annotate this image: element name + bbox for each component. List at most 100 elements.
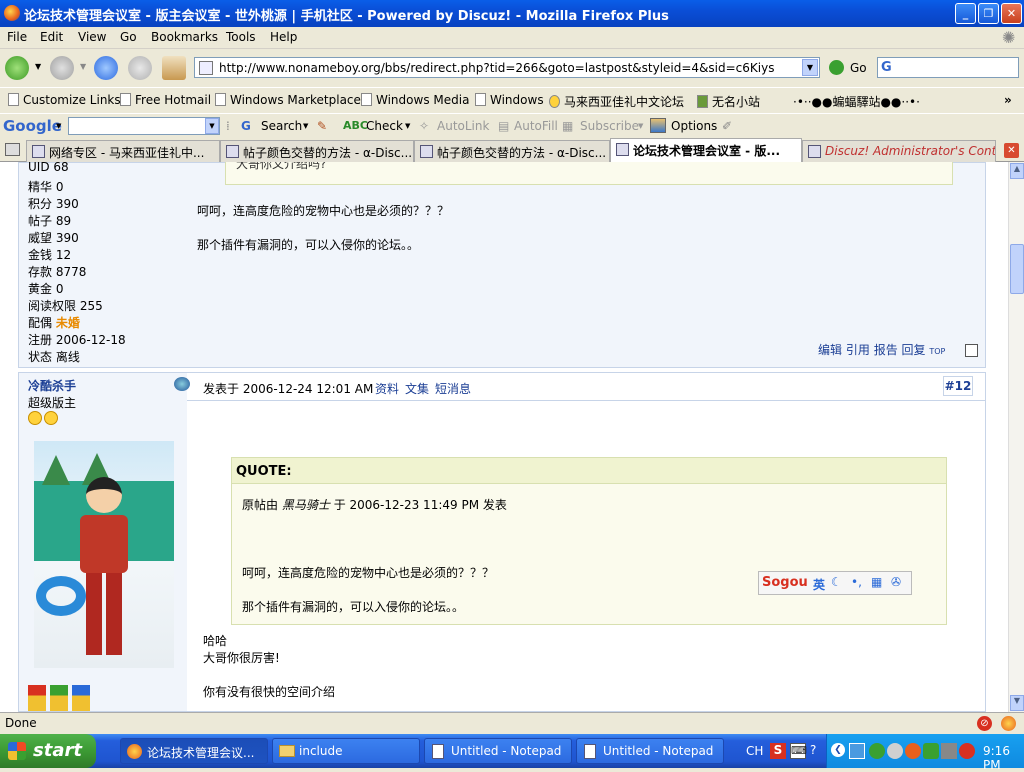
bookmark-item[interactable]: Customize Links <box>8 93 121 107</box>
google-search-button[interactable]: Search <box>261 119 302 133</box>
sogou-tray-icon[interactable]: S <box>770 743 786 759</box>
back-icon[interactable] <box>5 56 29 80</box>
stop-icon[interactable] <box>128 56 152 80</box>
moon-icon[interactable]: ☾ <box>831 575 842 589</box>
chevron-down-icon[interactable]: ▼ <box>405 122 410 130</box>
chevron-down-icon[interactable]: ▼ <box>303 122 308 130</box>
back-dropdown-icon[interactable]: ▼ <box>35 62 41 71</box>
stat-registered: 注册 2006-12-18 <box>28 333 126 347</box>
close-button[interactable]: ✕ <box>1001 3 1022 24</box>
menu-bookmarks[interactable]: Bookmarks <box>151 30 218 44</box>
chevron-down-icon[interactable]: ▼ <box>205 118 219 134</box>
stat-points: 积分 390 <box>28 197 79 211</box>
bookmark-item[interactable]: 无名小站 <box>697 93 760 110</box>
taskbar-item-notepad[interactable]: Untitled - Notepad <box>576 738 724 764</box>
bookmark-item[interactable]: ·•··●●蝙蝠驛站●●··•· <box>793 93 920 110</box>
minimize-button[interactable]: _ <box>955 3 976 24</box>
menu-view[interactable]: View <box>78 30 106 44</box>
edit-link[interactable]: 编辑 <box>818 343 842 357</box>
spell-check-button[interactable]: Check <box>366 119 403 133</box>
keyboard-icon[interactable]: ⌨ <box>790 743 807 759</box>
profile-link[interactable]: 资料 <box>375 380 399 397</box>
google-search-icon: G <box>881 60 892 75</box>
tab-4-active[interactable]: 论坛技术管理会议室 - 版... <box>610 138 802 162</box>
users-icon[interactable] <box>923 743 939 759</box>
taskbar-item-notepad[interactable]: Untitled - Notepad <box>424 738 572 764</box>
chevron-down-icon[interactable]: ▼ <box>638 122 643 130</box>
tab-list-icon[interactable] <box>5 143 20 156</box>
taskbar-item-folder[interactable]: include <box>272 738 420 764</box>
tray-expand-icon[interactable]: ❮ <box>831 743 845 757</box>
url-bar[interactable]: http://www.nonameboy.org/bbs/redirect.ph… <box>194 57 820 78</box>
tab-3[interactable]: 帖子颜色交替的方法 - α-Disc... <box>414 140 610 162</box>
forward-icon[interactable] <box>50 56 74 80</box>
pencil-icon[interactable]: ✐ <box>722 119 732 133</box>
floor-number[interactable]: #12 <box>943 376 973 396</box>
window-titlebar[interactable]: 论坛技术管理会议室 - 版主会议室 - 世外桃源 | 手机社区 - Powere… <box>0 0 1024 27</box>
scroll-thumb[interactable] <box>1010 244 1024 294</box>
options-icon <box>650 118 666 133</box>
menu-edit[interactable]: Edit <box>40 30 63 44</box>
go-button[interactable]: Go <box>850 61 867 75</box>
autofill-button[interactable]: AutoFill <box>514 119 558 133</box>
scroll-up-icon[interactable]: ▲ <box>1010 163 1024 179</box>
menu-file[interactable]: File <box>7 30 27 44</box>
google-logo[interactable]: Google <box>3 117 62 135</box>
select-post-checkbox[interactable] <box>965 344 978 357</box>
sogou-ime-bar[interactable]: Sogou 英 ☾ •, ▦ ✇ <box>758 571 912 595</box>
close-tab-icon[interactable]: ✕ <box>1004 143 1019 158</box>
bookmark-item[interactable]: 马来西亚佳礼中文论坛 <box>549 93 684 110</box>
taskbar-item-firefox[interactable]: 论坛技术管理会议... <box>120 738 268 764</box>
scroll-down-icon[interactable]: ▼ <box>1010 695 1024 711</box>
quote-link[interactable]: 引用 <box>846 343 870 357</box>
language-indicator[interactable]: CH <box>746 744 763 758</box>
bookmark-item[interactable]: Free Hotmail <box>120 93 211 107</box>
reload-icon[interactable] <box>94 56 118 80</box>
menu-go[interactable]: Go <box>120 30 137 44</box>
bookmark-item[interactable]: Windows Marketplace <box>215 93 361 107</box>
menu-tools[interactable]: Tools <box>226 30 256 44</box>
menu-help[interactable]: Help <box>270 30 297 44</box>
tab-2[interactable]: 帖子颜色交替的方法 - α-Disc... <box>220 140 414 162</box>
author-name[interactable]: 冷酷杀手 <box>28 377 76 394</box>
tray-app-icon[interactable] <box>941 743 957 759</box>
antivirus-icon[interactable] <box>905 743 921 759</box>
google-search-input[interactable] <box>68 117 220 135</box>
reply-link[interactable]: 回复 <box>902 343 926 357</box>
go-icon[interactable] <box>829 60 844 75</box>
url-dropdown-icon[interactable]: ▼ <box>802 59 818 76</box>
vertical-scrollbar[interactable]: ▲ ▼ <box>1008 162 1024 712</box>
collection-link[interactable]: 文集 <box>405 380 429 397</box>
chevron-more-icon[interactable]: » <box>1004 93 1012 107</box>
popup-blocked-icon[interactable]: ⊘ <box>977 716 992 731</box>
bookmark-item[interactable]: Windows Media <box>361 93 469 107</box>
network-icon[interactable] <box>849 743 865 759</box>
home-icon[interactable] <box>162 56 186 80</box>
alert-icon[interactable] <box>959 743 975 759</box>
media-icon[interactable] <box>887 743 903 759</box>
report-link[interactable]: 报告 <box>874 343 898 357</box>
bookmark-item[interactable]: Windows <box>475 93 544 107</box>
punctuation-icon[interactable]: •, <box>851 575 862 589</box>
highlight-icon[interactable]: ✎ <box>317 119 327 133</box>
keyboard-icon[interactable]: ▦ <box>871 575 882 589</box>
search-input[interactable]: G <box>877 57 1019 78</box>
messenger-icon[interactable] <box>869 743 885 759</box>
start-button[interactable]: start <box>0 734 96 768</box>
back-to-top-link[interactable]: TOP <box>929 347 945 356</box>
tab-1[interactable]: 网络专区 - 马来西亚佳礼中... <box>26 140 220 162</box>
subscribe-button[interactable]: Subscribe <box>580 119 639 133</box>
url-text[interactable]: http://www.nonameboy.org/bbs/redirect.ph… <box>219 61 774 75</box>
chevron-down-icon[interactable]: ▼ <box>56 122 61 130</box>
pm-link[interactable]: 短消息 <box>435 380 471 397</box>
autolink-button[interactable]: AutoLink <box>437 119 489 133</box>
maximize-button[interactable]: ❐ <box>978 3 999 24</box>
extension-icon[interactable] <box>1001 716 1016 731</box>
wrench-icon[interactable]: ✇ <box>891 575 901 589</box>
tab-5[interactable]: Discuz! Administrator's Cont... <box>802 140 996 162</box>
help-icon[interactable]: ? <box>810 743 822 759</box>
ime-mode[interactable]: 英 <box>813 576 825 593</box>
page-icon <box>226 145 239 158</box>
options-button[interactable]: Options <box>671 119 717 133</box>
forward-dropdown-icon[interactable]: ▼ <box>80 62 86 71</box>
